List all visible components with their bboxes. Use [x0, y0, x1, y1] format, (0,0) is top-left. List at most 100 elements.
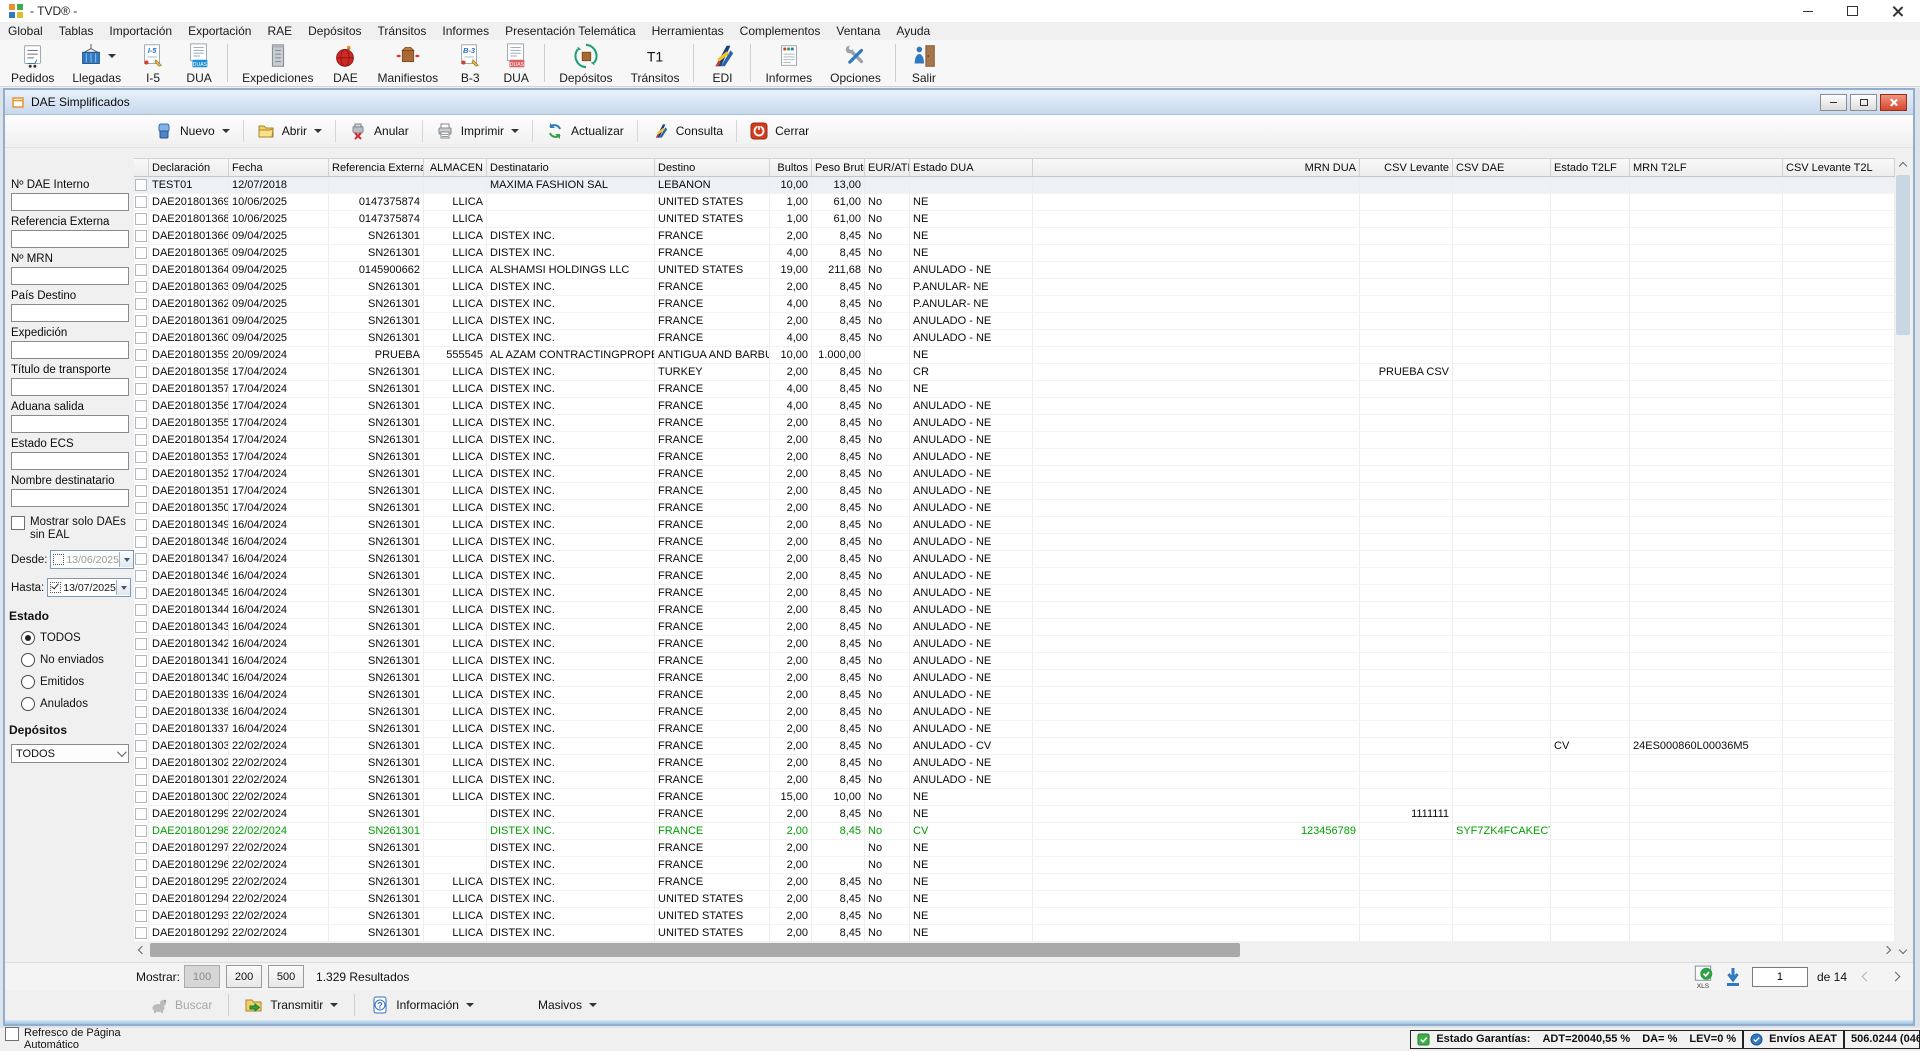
checkbox-icon[interactable] [135, 366, 147, 378]
row-checkbox-cell[interactable] [134, 415, 149, 432]
row-checkbox-cell[interactable] [134, 670, 149, 687]
toolbar-button-edi[interactable]: EDI [699, 40, 745, 86]
dropdown-arrow-icon[interactable] [314, 129, 322, 133]
checkbox-icon[interactable] [135, 434, 147, 446]
date-to-dropdown-button[interactable] [116, 580, 130, 595]
row-checkbox-cell[interactable] [134, 177, 149, 194]
estado-radio-todos[interactable]: TODOS [21, 631, 134, 645]
hscroll-left-arrow[interactable] [134, 942, 150, 958]
table-row[interactable]: DAE20180134016/04/2024SN261301LLICADISTE… [134, 670, 1895, 687]
child-toolbar-button-nuevo[interactable]: Nuevo [143, 118, 242, 144]
table-row[interactable]: DAE20180134316/04/2024SN261301LLICADISTE… [134, 619, 1895, 636]
table-row[interactable]: DAE20180134216/04/2024SN261301LLICADISTE… [134, 636, 1895, 653]
toolbar-button-i-5[interactable]: I-5I-5 [130, 40, 176, 86]
estado-ecs-input[interactable] [11, 452, 129, 470]
checkbox-icon[interactable] [135, 672, 147, 684]
checkbox-icon[interactable] [135, 774, 147, 786]
checkbox-icon[interactable] [135, 400, 147, 412]
n-mrn-input[interactable] [11, 267, 129, 285]
auto-refresh-checkbox[interactable]: Refresco de Página Automático [5, 1027, 140, 1051]
row-checkbox-cell[interactable] [134, 381, 149, 398]
table-row[interactable]: DAE20180133716/04/2024SN261301LLICADISTE… [134, 721, 1895, 738]
table-row[interactable]: DAE20180133816/04/2024SN261301LLICADISTE… [134, 704, 1895, 721]
row-checkbox-cell[interactable] [134, 347, 149, 364]
show-only-daes-checkbox[interactable]: Mostrar solo DAEs sin EAL [11, 516, 134, 541]
row-checkbox-cell[interactable] [134, 806, 149, 823]
table-row[interactable]: DAE20180136910/06/20250147375874LLICAUNI… [134, 194, 1895, 211]
table-row[interactable]: DAE20180130122/02/2024SN261301LLICADISTE… [134, 772, 1895, 789]
child-titlebar[interactable]: DAE Simplificados [5, 90, 1913, 115]
menu-item-ayuda[interactable]: Ayuda [888, 22, 938, 40]
column-header-check[interactable] [134, 158, 149, 177]
row-checkbox-cell[interactable] [134, 483, 149, 500]
row-checkbox-cell[interactable] [134, 840, 149, 857]
table-row[interactable]: DAE20180130222/02/2024SN261301LLICADISTE… [134, 755, 1895, 772]
toolbar-button-transitos[interactable]: T1Tránsitos [622, 40, 689, 86]
checkbox-icon[interactable] [135, 553, 147, 565]
menu-item-importacion[interactable]: Importación [101, 22, 180, 40]
column-header-referencia-externa[interactable]: Referencia Externa [329, 158, 424, 177]
menu-item-exportacion[interactable]: Exportación [180, 22, 259, 40]
download-button[interactable] [1723, 966, 1743, 988]
table-row[interactable]: TEST0112/07/2018MAXIMA FASHION SALLEBANO… [134, 177, 1895, 194]
nombre-destinatario-input[interactable] [11, 489, 129, 507]
menu-item-presentacion-telematica[interactable]: Presentación Telemática [497, 22, 644, 40]
depositos-select[interactable]: TODOS [11, 744, 129, 763]
checkbox-icon[interactable] [135, 842, 147, 854]
column-header-almacen[interactable]: ALMACEN [424, 158, 487, 177]
date-from-picker[interactable]: 13/06/2025 [50, 550, 134, 569]
row-checkbox-cell[interactable] [134, 313, 149, 330]
informacion-button[interactable]: ? Información [359, 992, 486, 1018]
menu-item-herramientas[interactable]: Herramientas [644, 22, 732, 40]
table-row[interactable]: DAE20180129422/02/2024SN261301LLICADISTE… [134, 891, 1895, 908]
checkbox-icon[interactable] [135, 519, 147, 531]
child-toolbar-button-cerrar[interactable]: Cerrar [738, 118, 821, 144]
checkbox-icon[interactable] [135, 757, 147, 769]
checkbox-icon[interactable] [135, 621, 147, 633]
column-header-csv-levante-t2l[interactable]: CSV Levante T2L [1783, 158, 1895, 177]
toolbar-button-expediciones[interactable]: Expediciones [233, 40, 322, 86]
table-row[interactable]: DAE20180135117/04/2024SN261301LLICADISTE… [134, 483, 1895, 500]
table-row[interactable]: DAE20180129822/02/2024SN261301DISTEX INC… [134, 823, 1895, 840]
table-row[interactable]: DAE20180136810/06/20250147375874LLICAUNI… [134, 211, 1895, 228]
minimize-button[interactable] [1785, 0, 1830, 22]
row-checkbox-cell[interactable] [134, 330, 149, 347]
checkbox-icon[interactable] [135, 706, 147, 718]
checkbox-icon[interactable] [135, 927, 147, 939]
row-checkbox-cell[interactable] [134, 534, 149, 551]
checkbox-icon[interactable] [135, 825, 147, 837]
table-row[interactable]: DAE20180135717/04/2024SN261301LLICADISTE… [134, 381, 1895, 398]
prev-page-button[interactable] [1856, 967, 1876, 987]
menu-item-complementos[interactable]: Complementos [732, 22, 829, 40]
checkbox-icon[interactable] [135, 689, 147, 701]
column-header-destino[interactable]: Destino [655, 158, 770, 177]
row-checkbox-cell[interactable] [134, 704, 149, 721]
table-row[interactable]: DAE20180134716/04/2024SN261301LLICADISTE… [134, 551, 1895, 568]
table-row[interactable]: DAE20180135417/04/2024SN261301LLICADISTE… [134, 432, 1895, 449]
table-row[interactable]: DAE20180129522/02/2024SN261301LLICADISTE… [134, 874, 1895, 891]
row-checkbox-cell[interactable] [134, 296, 149, 313]
checkbox-icon[interactable] [135, 230, 147, 242]
row-checkbox-cell[interactable] [134, 721, 149, 738]
table-row[interactable]: DAE20180129322/02/2024SN261301LLICADISTE… [134, 908, 1895, 925]
table-row[interactable]: DAE20180134416/04/2024SN261301LLICADISTE… [134, 602, 1895, 619]
table-row[interactable]: DAE20180135920/09/2024PRUEBA555545AL AZA… [134, 347, 1895, 364]
row-checkbox-cell[interactable] [134, 211, 149, 228]
page-size-100-button[interactable]: 100 [184, 965, 220, 988]
date-from-dropdown-button[interactable] [119, 552, 133, 567]
toolbar-button-dae[interactable]: DAE [322, 40, 368, 86]
column-header-bultos[interactable]: Bultos [770, 158, 812, 177]
page-size-200-button[interactable]: 200 [226, 965, 262, 988]
column-header-destinatario[interactable]: Destinatario [487, 158, 655, 177]
table-row[interactable]: DAE20180135517/04/2024SN261301LLICADISTE… [134, 415, 1895, 432]
vscroll-down-arrow[interactable] [1895, 942, 1911, 958]
n-dae-interno-input[interactable] [11, 193, 129, 211]
checkbox-icon[interactable] [135, 791, 147, 803]
checkbox-icon[interactable] [135, 723, 147, 735]
toolbar-button-pedidos[interactable]: Pedidos [2, 40, 63, 86]
row-checkbox-cell[interactable] [134, 517, 149, 534]
row-checkbox-cell[interactable] [134, 857, 149, 874]
checkbox-icon[interactable] [135, 910, 147, 922]
child-toolbar-button-actualizar[interactable]: Actualizar [534, 118, 636, 144]
buscar-button[interactable]: Buscar [138, 992, 224, 1018]
